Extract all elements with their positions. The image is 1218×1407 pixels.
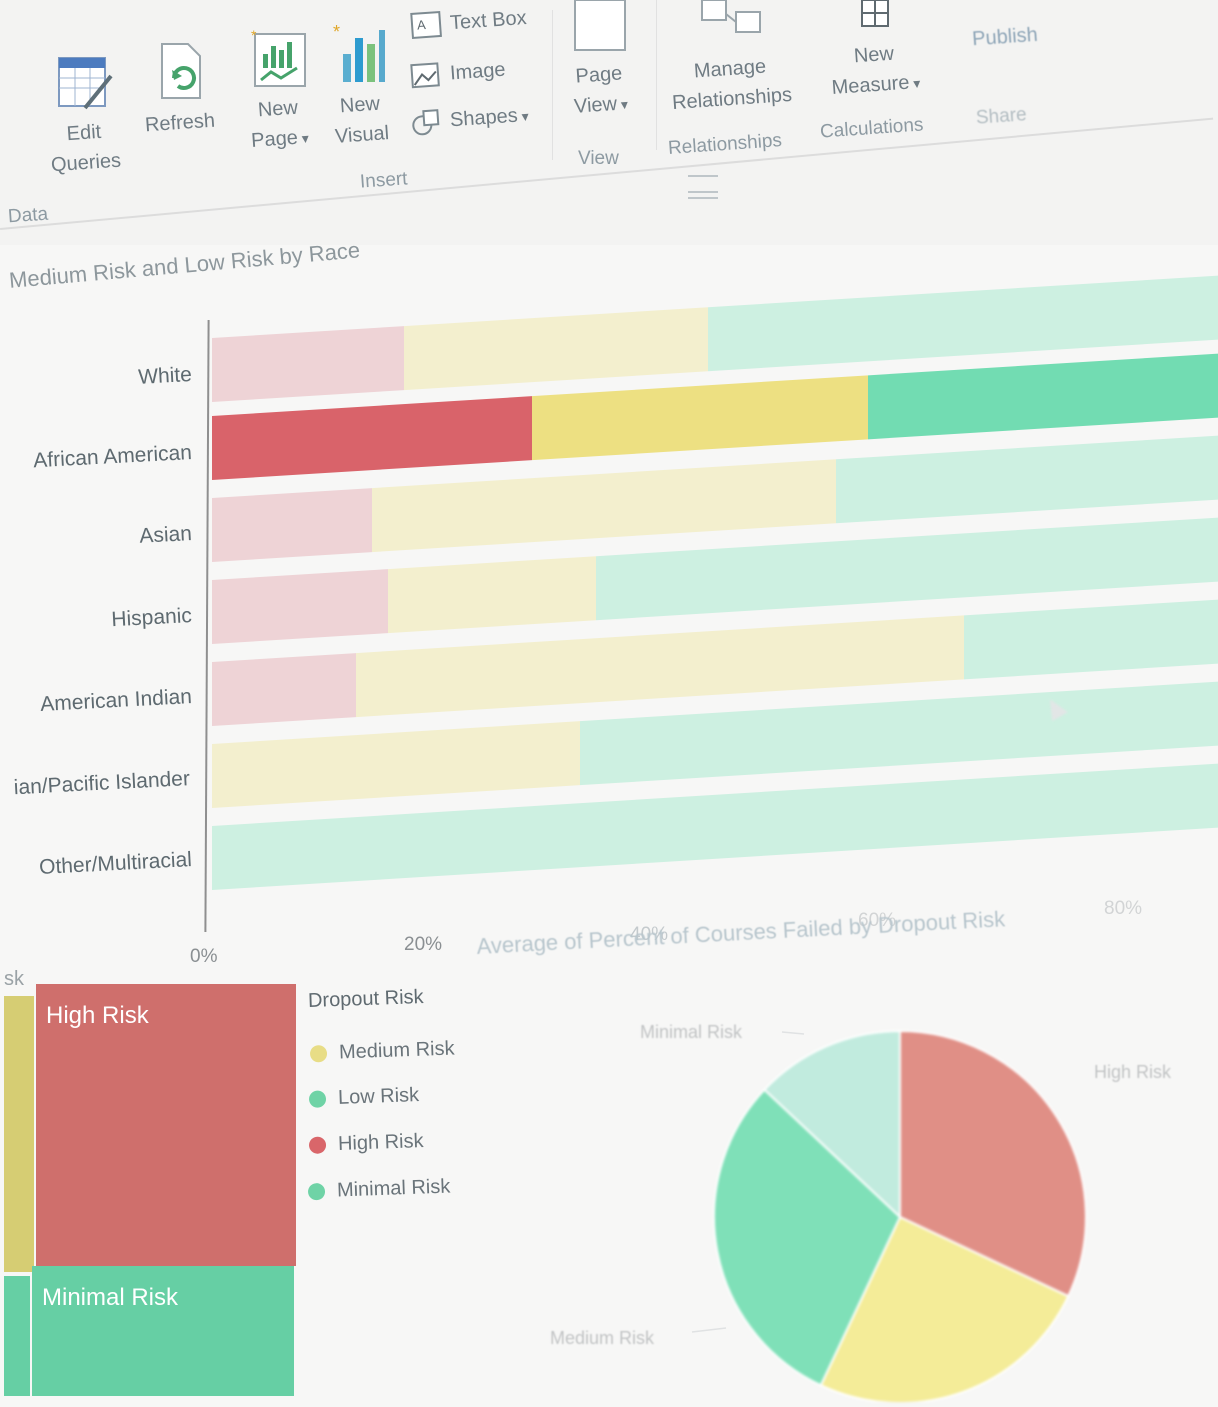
treemap-label-high-risk: High Risk [46, 1002, 149, 1029]
treemap-label-minimal-risk: Minimal Risk [42, 1284, 179, 1311]
legend-dot [308, 1136, 326, 1154]
x-tick-label: 80% [1104, 898, 1143, 919]
bar-segment-medium-risk[interactable] [212, 721, 580, 808]
treemap-tile-minimal-risk[interactable]: Minimal Risk [32, 1266, 294, 1396]
bar-segment-medium-risk[interactable] [372, 459, 836, 553]
bar-segment-high-risk[interactable] [212, 488, 372, 562]
treemap-tile-low-risk[interactable] [4, 1276, 30, 1396]
pie-label-medium-risk: Medium Risk [550, 1328, 655, 1348]
legend-title: Dropout Risk [307, 985, 424, 1013]
category-label: Asian [138, 522, 193, 548]
stacked-bar-chart[interactable]: White African American Asian Hispanic Americ… [0, 0, 1218, 1000]
y-axis-line [204, 319, 210, 933]
treemap-title-fragment: sk [4, 968, 24, 990]
legend-label: Medium Risk [338, 1037, 455, 1064]
bar-segment-low-risk[interactable] [708, 238, 1218, 372]
category-label: African American [32, 440, 193, 472]
bar-segment-medium-risk[interactable] [404, 307, 708, 391]
bar-segment-high-risk[interactable] [212, 326, 404, 402]
category-label: American Indian [39, 685, 193, 716]
pie-chart[interactable] [710, 1022, 1090, 1404]
legend-dot [309, 1090, 327, 1108]
bar-segment-medium-risk[interactable] [388, 556, 596, 634]
legend-item[interactable]: Medium Risk [309, 1037, 455, 1065]
category-label: White [137, 363, 193, 389]
legend-item[interactable]: High Risk [308, 1130, 424, 1157]
legend-label: Minimal Risk [336, 1175, 451, 1202]
legend-dot [307, 1182, 326, 1201]
category-label: ian/Pacific Islander [13, 766, 191, 799]
bar-segment-high-risk[interactable] [212, 396, 532, 480]
category-label: Hispanic [110, 603, 193, 631]
category-label: Other/Multiracial [38, 848, 193, 880]
pie-label-high-risk: High Risk [1094, 1062, 1172, 1082]
legend-item[interactable]: Low Risk [309, 1084, 420, 1111]
legend-label: Low Risk [337, 1084, 420, 1109]
bar-segment-high-risk[interactable] [212, 569, 388, 644]
bar-segment-high-risk[interactable] [212, 653, 356, 726]
bar-segment-medium-risk[interactable] [356, 615, 964, 718]
x-tick-label: 0% [190, 946, 218, 967]
legend-label: High Risk [337, 1130, 424, 1155]
x-tick-label: 20% [404, 934, 443, 955]
treemap-tile-high-risk[interactable]: High Risk [36, 984, 296, 1266]
bar-segment-medium-risk[interactable] [532, 375, 868, 461]
legend-dot [309, 1044, 328, 1063]
treemap-tile-medium-risk[interactable] [4, 996, 34, 1272]
legend-item[interactable]: Minimal Risk [307, 1175, 451, 1204]
